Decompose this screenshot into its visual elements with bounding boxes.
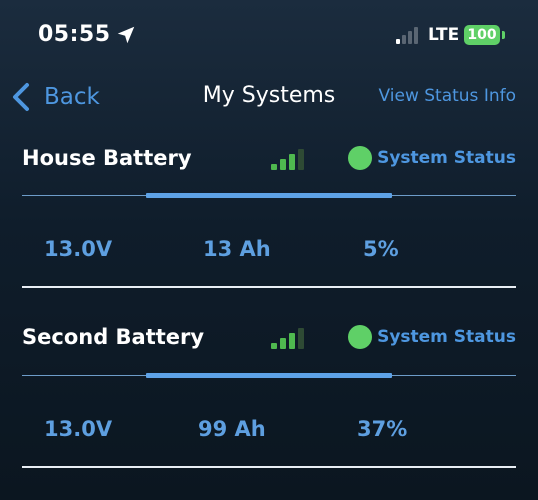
navigation-bar: Back My Systems View Status Info bbox=[0, 70, 538, 122]
percent-value: 37% bbox=[357, 417, 408, 441]
chevron-left-icon bbox=[13, 83, 29, 111]
card-separator bbox=[22, 466, 516, 468]
highlight-bar bbox=[146, 373, 392, 378]
voltage-value: 13.0V bbox=[44, 417, 113, 441]
system-name: House Battery bbox=[22, 146, 192, 170]
back-button[interactable]: Back bbox=[10, 80, 100, 114]
status-bar: 05:55 LTE 100 bbox=[0, 0, 538, 70]
battery-tip bbox=[502, 31, 505, 39]
capacity-value: 99 Ah bbox=[198, 417, 266, 441]
card-separator bbox=[22, 286, 516, 288]
system-card-house-battery[interactable]: House Battery System Status 13.0V 13 Ah … bbox=[0, 146, 538, 296]
percent-value: 5% bbox=[363, 237, 399, 261]
battery-level-badge: 100 bbox=[464, 25, 500, 45]
signal-strength-icon bbox=[271, 327, 305, 349]
system-name: Second Battery bbox=[22, 325, 205, 349]
status-indicator-dot bbox=[348, 325, 372, 349]
location-arrow-icon bbox=[117, 26, 135, 44]
system-status-link[interactable]: System Status bbox=[377, 148, 516, 168]
capacity-value: 13 Ah bbox=[203, 237, 271, 261]
voltage-value: 13.0V bbox=[44, 237, 113, 261]
system-status-link[interactable]: System Status bbox=[377, 327, 516, 347]
signal-strength-icon bbox=[271, 148, 305, 170]
network-type: LTE bbox=[428, 25, 460, 45]
view-status-info-link[interactable]: View Status Info bbox=[379, 86, 517, 106]
cell-signal-icon bbox=[396, 26, 422, 44]
status-time: 05:55 bbox=[38, 22, 111, 47]
back-label: Back bbox=[44, 84, 100, 110]
highlight-bar bbox=[146, 193, 392, 198]
status-indicator-dot bbox=[348, 146, 372, 170]
system-card-second-battery[interactable]: Second Battery System Status 13.0V 99 Ah… bbox=[0, 325, 538, 475]
